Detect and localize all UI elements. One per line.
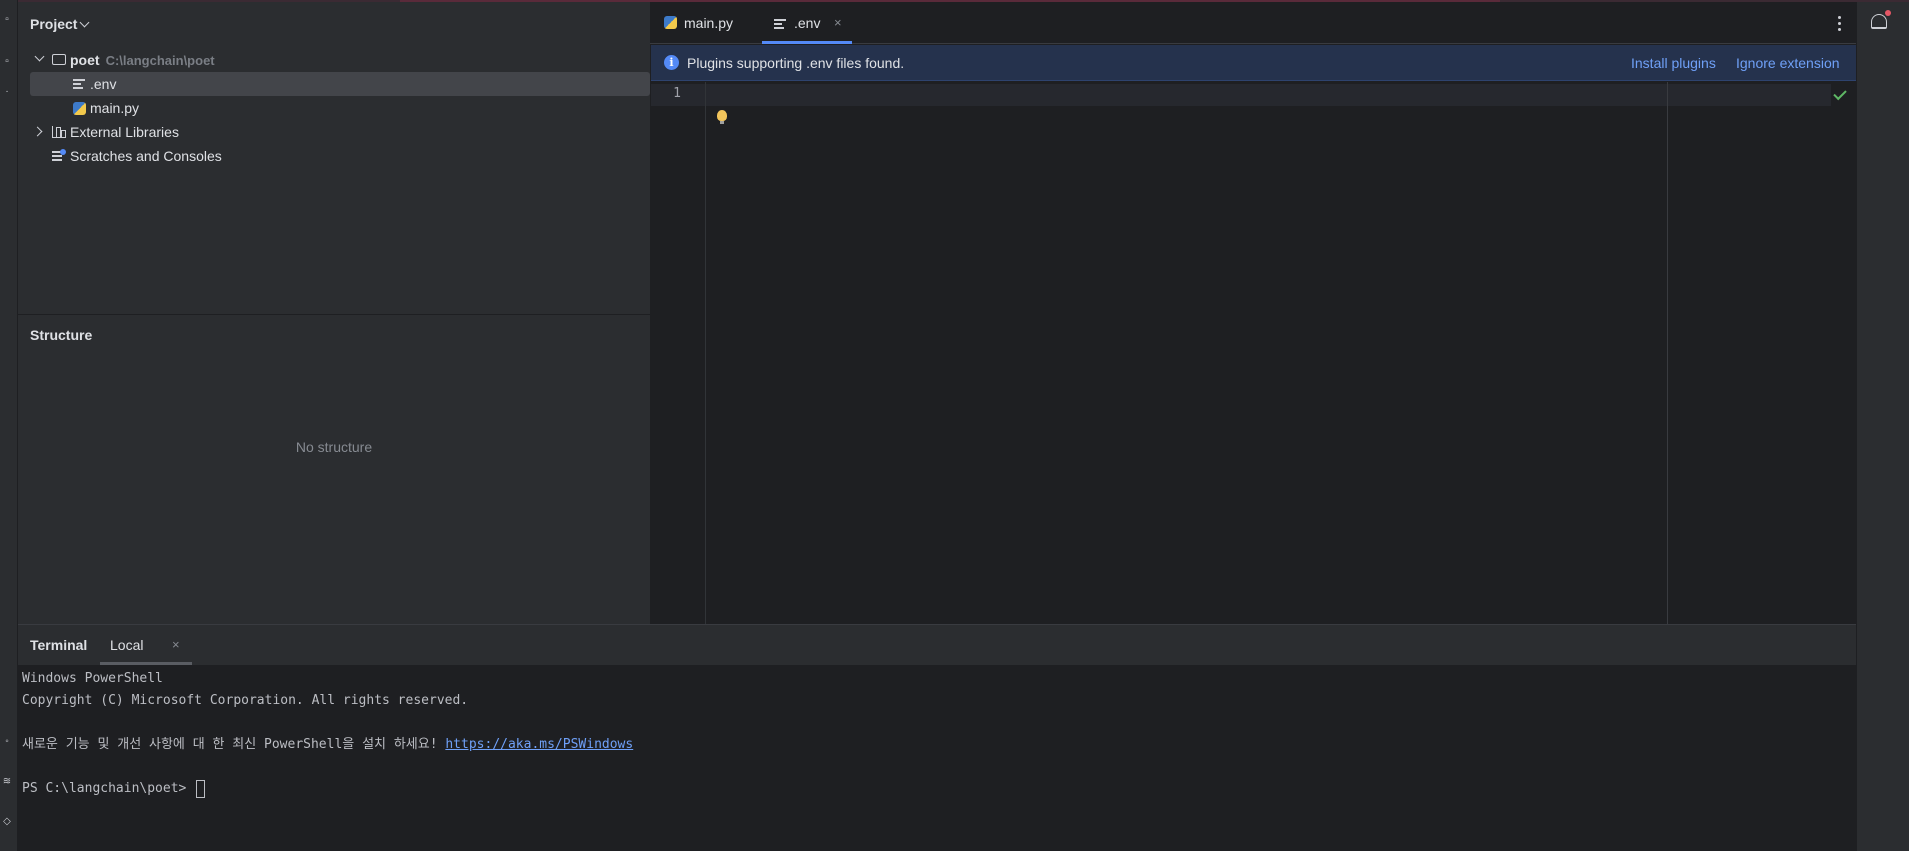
library-icon	[52, 126, 66, 138]
right-tool-strip	[1856, 2, 1909, 851]
plugins-banner: i Plugins supporting .env files found. I…	[651, 45, 1856, 81]
project-panel: Project poet C:\langchain\poet .env main.…	[18, 2, 650, 314]
terminal-prompt: PS C:\langchain\poet>	[22, 781, 195, 796]
terminal-tab-local[interactable]: Local ×	[100, 625, 192, 665]
terminal-panel: Terminal Local × Windows PowerShell Copy…	[18, 624, 1856, 851]
vcs-tool-icon[interactable]: ▫	[1, 56, 13, 68]
terminal-text: 새로운 기능 및 개선 사항에 대 한 최신 PowerShell을 설치 하세…	[22, 737, 446, 752]
current-line-highlight	[651, 84, 1831, 106]
terminal-line: 새로운 기능 및 개선 사항에 대 한 최신 PowerShell을 설치 하세…	[22, 734, 633, 756]
tree-item-label: poet	[70, 52, 100, 68]
tree-item-scratches[interactable]: Scratches and Consoles	[30, 144, 650, 168]
more-options-icon[interactable]	[1838, 16, 1842, 32]
terminal-title[interactable]: Terminal	[30, 637, 87, 653]
tree-item-env[interactable]: .env	[30, 72, 650, 96]
structure-panel: Structure No structure	[18, 314, 650, 624]
terminal-prompt-line[interactable]: PS C:\langchain\poet>	[22, 778, 633, 800]
python-file-icon	[664, 16, 677, 29]
code-editor[interactable]: 1	[651, 82, 1856, 624]
problems-icon[interactable]: ◇	[1, 816, 13, 828]
folder-icon	[52, 54, 66, 65]
bell-icon[interactable]	[1871, 10, 1891, 29]
tree-item-poet[interactable]: poet C:\langchain\poet	[30, 48, 650, 72]
lightbulb-icon[interactable]	[717, 110, 727, 124]
tree-item-external-libraries[interactable]: External Libraries	[30, 120, 650, 144]
layers-icon[interactable]: ≋	[1, 776, 13, 788]
terminal-line: Windows PowerShell	[22, 671, 163, 686]
close-icon[interactable]: ×	[834, 2, 842, 44]
banner-message: Plugins supporting .env files found.	[687, 55, 905, 71]
chevron-right-icon[interactable]	[32, 126, 43, 137]
more-tools-icon[interactable]: ·	[1, 86, 13, 98]
check-icon[interactable]	[1833, 86, 1847, 101]
scratches-icon	[52, 149, 66, 163]
right-margin-guide	[1667, 82, 1668, 624]
structure-panel-title[interactable]: Structure	[30, 327, 92, 343]
tree-item-label: main.py	[90, 100, 140, 116]
line-number: 1	[673, 86, 681, 101]
python-packages-icon[interactable]: ◦	[1, 736, 13, 748]
powershell-link[interactable]: https://aka.ms/PSWindows	[445, 737, 633, 752]
project-panel-title[interactable]: Project	[30, 16, 90, 32]
close-icon[interactable]: ×	[172, 637, 180, 652]
python-file-icon	[73, 102, 86, 115]
env-file-icon	[73, 79, 85, 89]
structure-empty-text: No structure	[295, 439, 373, 455]
project-path-hint: C:\langchain\poet	[105, 53, 215, 68]
info-icon: i	[664, 55, 679, 70]
tree-item-label: Scratches and Consoles	[70, 148, 222, 164]
tree-item-main-py[interactable]: main.py	[30, 96, 650, 120]
line-gutter: 1	[651, 82, 706, 624]
editor-tab-bar: main.py .env ×	[650, 2, 1856, 44]
ignore-extension-link[interactable]: Ignore extension	[1736, 55, 1840, 71]
chevron-down-icon	[80, 17, 90, 28]
terminal-cursor	[196, 779, 206, 798]
install-plugins-link[interactable]: Install plugins	[1631, 55, 1716, 71]
tree-item-label: External Libraries	[70, 124, 179, 140]
terminal-tab-label: Local	[110, 637, 144, 653]
tab-main-py[interactable]: main.py	[664, 2, 744, 44]
project-tool-icon[interactable]: ▫	[1, 14, 13, 26]
tab-label: main.py	[684, 15, 734, 31]
chevron-down-icon[interactable]	[34, 51, 45, 62]
env-file-icon	[774, 19, 786, 29]
terminal-line: Copyright (C) Microsoft Corporation. All…	[22, 693, 469, 708]
tree-item-label: .env	[90, 76, 117, 92]
terminal-output[interactable]: Windows PowerShell Copyright (C) Microso…	[22, 668, 633, 800]
left-tool-strip: ▫ ▫ · ◦ ≋ ◇	[0, 0, 18, 851]
terminal-header: Terminal Local ×	[18, 625, 1856, 665]
tab-env[interactable]: .env ×	[762, 2, 852, 44]
tab-label: .env	[794, 15, 821, 31]
